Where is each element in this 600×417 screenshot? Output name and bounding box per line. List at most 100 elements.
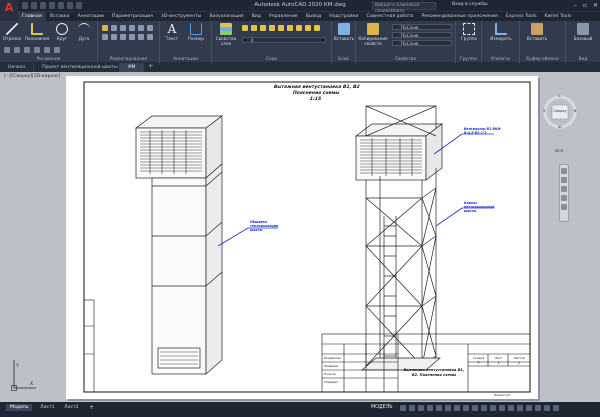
ribbon-tab-home[interactable]: Главная <box>18 12 46 21</box>
selection-cycling-icon[interactable] <box>481 405 487 411</box>
viewcube[interactable]: Сверху С Ю В З <box>542 94 578 130</box>
quick-properties-icon[interactable] <box>517 405 523 411</box>
zoom-icon[interactable] <box>561 186 567 192</box>
customization-icon[interactable] <box>553 405 559 411</box>
region-icon[interactable] <box>44 47 50 53</box>
signin-link[interactable]: Вход в службы <box>452 2 488 7</box>
offset-icon[interactable] <box>147 34 153 40</box>
ribbon-tab-output[interactable]: Вывод <box>302 12 325 21</box>
isolate-objects-icon[interactable] <box>526 405 532 411</box>
hatch-icon[interactable] <box>14 47 20 53</box>
snap-icon[interactable] <box>409 405 415 411</box>
drawing-canvas[interactable]: [−][Сверху][2D-каркас] Вытяжная вентуста… <box>0 72 600 402</box>
restore-icon[interactable]: ▫ <box>583 2 587 9</box>
array-icon[interactable] <box>138 34 144 40</box>
group-button[interactable]: Группа <box>458 23 480 41</box>
ribbon-tab-insert[interactable]: Вставка <box>46 12 73 21</box>
doc-tab-km[interactable]: КМ <box>120 63 145 72</box>
dimension-button[interactable]: Размер <box>184 23 208 41</box>
layer-on-icon[interactable] <box>242 25 248 31</box>
minimize-icon[interactable]: – <box>574 2 577 9</box>
paste-button[interactable]: Вставить <box>524 23 550 41</box>
layer-properties-button[interactable]: Свойства слоя <box>214 23 238 46</box>
object-tracking-icon[interactable] <box>445 405 451 411</box>
layer-merge-icon[interactable] <box>305 25 311 31</box>
circle-button[interactable]: Круг <box>52 23 72 41</box>
block-panel-title[interactable]: Блок <box>332 57 355 62</box>
viewcube-south[interactable]: Ю <box>558 125 562 129</box>
viewcube-face-top[interactable]: Сверху <box>552 109 568 113</box>
polyline-button[interactable]: Полилиния <box>24 23 50 41</box>
move-icon[interactable] <box>102 25 108 31</box>
layout-tab-model[interactable]: Модель <box>6 404 33 411</box>
workspace-icon[interactable] <box>499 405 505 411</box>
ribbon-tab-addins[interactable]: Надстройки <box>325 12 362 21</box>
viewport-controls[interactable]: [−][Сверху][2D-каркас] <box>4 74 60 79</box>
ribbon-tab-annotate[interactable]: Аннотации <box>73 12 108 21</box>
viewcube-east[interactable]: В <box>574 109 576 113</box>
base-view-button[interactable]: Базовый <box>569 23 597 41</box>
annotation-panel-title[interactable]: Аннотации <box>160 57 211 62</box>
viewcube-north[interactable]: С <box>558 94 561 98</box>
explode-icon[interactable] <box>111 34 117 40</box>
polar-icon[interactable] <box>427 405 433 411</box>
fillet-icon[interactable] <box>102 34 108 40</box>
steering-wheel-icon[interactable] <box>561 168 567 174</box>
color-dropdown[interactable]: ПоСлою <box>392 24 452 30</box>
ribbon-tab-3d-tools[interactable]: 3D-инструменты <box>157 12 206 21</box>
grid-icon[interactable] <box>400 405 406 411</box>
spline-icon[interactable] <box>34 47 40 53</box>
scale-icon[interactable] <box>129 34 135 40</box>
ribbon-tab-manage[interactable]: Управление <box>265 12 302 21</box>
trim-icon[interactable] <box>120 25 126 31</box>
utilities-panel-title[interactable]: Утилиты <box>482 57 519 62</box>
linetype-dropdown[interactable]: ПоСлою <box>392 40 452 46</box>
match-properties-button[interactable]: Копирование свойств <box>358 23 388 46</box>
add-layout-icon[interactable]: + <box>86 404 97 411</box>
ribbon-tab-kwilet-tools[interactable]: Kwilet Tools <box>541 12 576 21</box>
lineweight-dropdown[interactable]: ПоСлою <box>392 32 452 38</box>
ribbon-tab-express-tools[interactable]: Express Tools <box>502 12 541 21</box>
stretch-icon[interactable] <box>120 34 126 40</box>
search-input[interactable]: Введите ключевое слово/фразу <box>372 2 436 14</box>
layout-tab-sheet1[interactable]: Лист1 <box>36 404 59 411</box>
showmotion-icon[interactable] <box>561 204 567 210</box>
measure-button[interactable]: Измерить <box>486 23 516 41</box>
doc-tab-shaft-project[interactable]: Проект вентиляционной шахты <box>34 63 121 72</box>
layer-previous-icon[interactable] <box>287 25 293 31</box>
layer-match-icon[interactable] <box>278 25 284 31</box>
clean-screen-icon[interactable] <box>544 405 550 411</box>
rectangle-icon[interactable] <box>4 47 10 53</box>
hardware-acceleration-icon[interactable] <box>535 405 541 411</box>
properties-panel-title[interactable]: Свойства <box>356 57 455 62</box>
text-button[interactable]: A Текст <box>162 23 182 41</box>
ribbon-tab-parametric[interactable]: Параметризация <box>108 12 157 21</box>
osnap-icon[interactable] <box>454 405 460 411</box>
modify-panel-title[interactable]: Редактирование <box>98 57 159 62</box>
ortho-icon[interactable] <box>418 405 424 411</box>
copy-icon[interactable] <box>138 25 144 31</box>
viewcube-west[interactable]: З <box>543 109 545 113</box>
ribbon-tab-featured-apps[interactable]: Рекомендованные приложения <box>418 12 502 21</box>
arc-button[interactable]: Дуга <box>74 23 94 41</box>
transparency-icon[interactable] <box>472 405 478 411</box>
line-button[interactable]: Отрезок <box>2 23 22 41</box>
lineweight-icon[interactable] <box>463 405 469 411</box>
layer-isolate-icon[interactable] <box>269 25 275 31</box>
rotate-icon[interactable] <box>111 25 117 31</box>
layers-panel-title[interactable]: Слои <box>212 57 331 62</box>
wcs-menu[interactable]: МСК <box>555 148 564 153</box>
layer-walk-icon[interactable] <box>296 25 302 31</box>
layer-delete-icon[interactable] <box>314 25 320 31</box>
ellipse-icon[interactable] <box>24 47 30 53</box>
pan-icon[interactable] <box>561 177 567 183</box>
units-icon[interactable] <box>508 405 514 411</box>
mirror-icon[interactable] <box>147 25 153 31</box>
model-space-toggle[interactable]: МОДЕЛЬ <box>371 405 393 410</box>
erase-icon[interactable] <box>129 25 135 31</box>
close-icon[interactable]: ✕ <box>593 2 598 9</box>
layer-freeze-icon[interactable] <box>251 25 257 31</box>
new-tab-icon[interactable]: + <box>144 63 157 72</box>
doc-tab-start[interactable]: Начало <box>0 63 35 72</box>
annotation-scale-icon[interactable] <box>490 405 496 411</box>
